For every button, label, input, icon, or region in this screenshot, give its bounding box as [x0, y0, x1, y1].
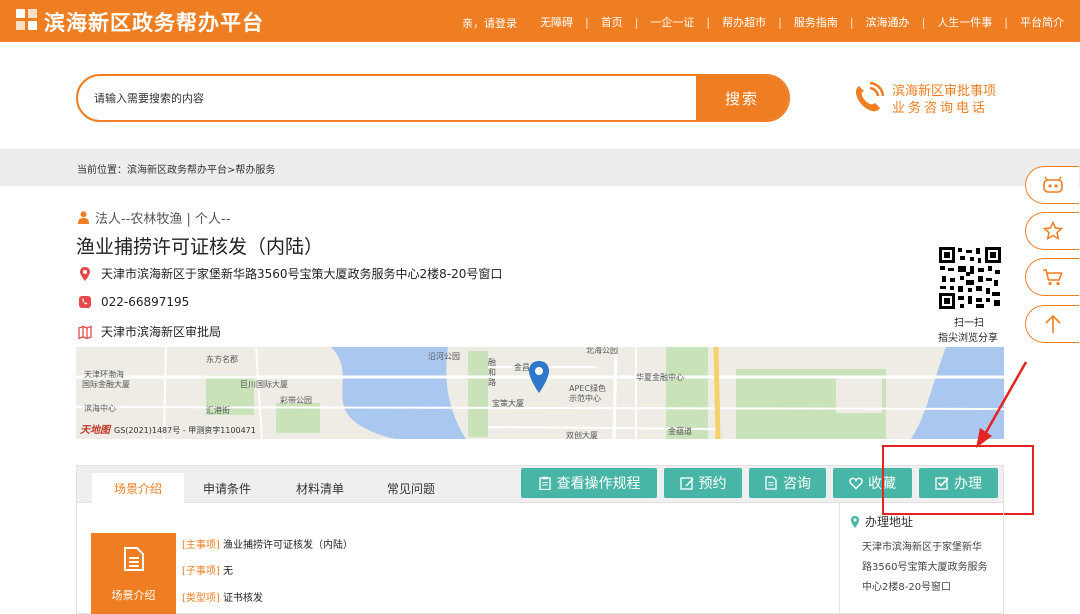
- map-label: 国际金融大厦: [82, 380, 130, 389]
- scene-intro-card: 场景介绍: [91, 533, 176, 614]
- info-address: 天津市滨海新区于家堡新华路3560号宝策大厦政务服务中心2楼8-20号窗口: [78, 265, 502, 282]
- nav-item-service-market[interactable]: 帮办超市: [722, 14, 766, 30]
- robot-assistant-button[interactable]: [1025, 166, 1079, 204]
- info-phone-text: 022-66897195: [101, 295, 190, 309]
- map-label: 沿河公园: [428, 352, 460, 361]
- map-label: 双创大厦: [566, 431, 598, 439]
- info-phone: 022-66897195: [78, 295, 189, 309]
- reserve-button[interactable]: 预约: [664, 468, 742, 498]
- scene-card-label: 场景介绍: [111, 589, 156, 602]
- breadcrumb-bar: 当前位置：滨海新区政务帮办平台>帮办服务: [0, 149, 1080, 186]
- star-icon: [1042, 221, 1063, 241]
- info-address-text: 天津市滨海新区于家堡新华路3560号宝策大厦政务服务中心2楼8-20号窗口: [101, 267, 503, 281]
- back-to-top-button[interactable]: [1025, 305, 1079, 343]
- map-copyright: 天地图 GS(2021)1487号 - 甲测资字1100471: [80, 425, 256, 436]
- location-map[interactable]: 东方名郡 天津环渤海 国际金融大厦 巨川国际大厦 彩带公园 汇港街 滨海中心 沿…: [76, 347, 1004, 439]
- cart-float-button[interactable]: [1025, 258, 1079, 296]
- tab-materials[interactable]: 材料清单: [280, 473, 360, 504]
- map-marker-icon[interactable]: [528, 361, 550, 393]
- cart-icon: [1042, 269, 1063, 286]
- nav-item-life-event[interactable]: 人生一件事: [937, 14, 992, 30]
- location-pin-icon: [851, 515, 859, 528]
- map-label: 华夏金融中心: [636, 373, 684, 382]
- search-box: 搜索: [76, 74, 790, 122]
- person-icon: [78, 211, 89, 224]
- map-label: 滨海中心: [84, 404, 116, 413]
- consult-button[interactable]: 咨询: [749, 468, 826, 498]
- edit-icon: [679, 477, 693, 490]
- map-label: 汇港街: [206, 406, 230, 415]
- robot-icon: [1042, 176, 1063, 193]
- qr-caption-scan: 扫一扫: [954, 318, 984, 329]
- nav-item-about[interactable]: 平台简介: [1020, 14, 1064, 30]
- nav-item-one-license[interactable]: 一企一证: [650, 14, 694, 30]
- document-icon: [124, 547, 144, 571]
- map-provider-logo: 天地图: [80, 425, 110, 436]
- qr-code-icon[interactable]: [938, 246, 1002, 310]
- map-label: 示范中心: [569, 394, 601, 403]
- search-input[interactable]: [78, 76, 698, 120]
- item-category-text: 法人--农林牧渔 | 个人--: [95, 212, 231, 227]
- map-label: 东方名郡: [206, 355, 238, 364]
- info-department: 天津市滨海新区审批局: [78, 323, 221, 340]
- clipboard-icon: [538, 476, 551, 490]
- map-label: 金蕴道: [668, 427, 692, 436]
- address-panel-title: 办理地址: [850, 513, 913, 530]
- type-item-row: [类型项] 证书核发: [182, 593, 263, 604]
- red-arrow-icon: [976, 361, 1028, 448]
- tab-conditions[interactable]: 申请条件: [187, 473, 267, 504]
- location-pin-icon: [80, 266, 90, 281]
- tab-scene-intro[interactable]: 场景介绍: [92, 473, 184, 504]
- platform-logo-icon[interactable]: [16, 9, 38, 31]
- address-panel-text: 天津市滨海新区于家堡新华路3560号宝策大厦政务服务中心2楼8-20号窗口: [862, 542, 988, 593]
- main-item-row: [主事项] 渔业捕捞许可证核发（内陆）: [182, 540, 353, 551]
- breadcrumb[interactable]: 当前位置：滨海新区政务帮办平台>帮办服务: [77, 161, 275, 176]
- nav-item-accessibility[interactable]: 无障碍: [540, 14, 573, 30]
- nav-item-home[interactable]: 首页: [601, 14, 623, 30]
- nav-item-binhai-tongban[interactable]: 滨海通办: [866, 14, 910, 30]
- tab-faq[interactable]: 常见问题: [371, 473, 451, 504]
- phone-icon: [855, 82, 884, 112]
- item-category: 法人--农林牧渔 | 个人--: [78, 208, 230, 227]
- map-label: 巨川国际大厦: [240, 380, 288, 389]
- sub-item-row: [子事项] 无: [182, 566, 233, 577]
- info-department-text: 天津市滨海新区审批局: [101, 325, 222, 339]
- favorites-float-button[interactable]: [1025, 212, 1079, 250]
- document-icon: [765, 476, 777, 490]
- map-book-icon: [78, 325, 92, 339]
- map-label: 路: [488, 378, 496, 387]
- map-label: 北海公园: [586, 347, 618, 355]
- map-label: 宝策大厦: [492, 399, 524, 408]
- view-procedure-button[interactable]: 查看操作规程: [521, 468, 657, 498]
- top-header: 滨海新区政务帮办平台 亲，请登录 无障碍 | 首页 | 一企一证 | 帮办超市 | 服务…: [0, 0, 1080, 42]
- search-button[interactable]: 搜索: [696, 76, 788, 120]
- telephone-icon: [79, 296, 91, 308]
- heart-icon: [849, 477, 863, 490]
- qr-caption-share: 指尖浏览分享: [938, 333, 998, 344]
- item-title: 渔业捕捞许可证核发（内陆）: [76, 236, 324, 258]
- top-nav: 无障碍 | 首页 | 一企一证 | 帮办超市 | 服务指南 | 滨海通办 | 人生一件事 | …: [539, 14, 1064, 30]
- site-title[interactable]: 滨海新区政务帮办平台: [44, 7, 264, 37]
- map-label: 彩带公园: [280, 396, 312, 405]
- back-to-top-icon: [1044, 314, 1061, 333]
- nav-item-service-guide[interactable]: 服务指南: [794, 14, 838, 30]
- login-link[interactable]: 亲，请登录: [462, 15, 517, 31]
- hotline-line2: 业务咨询电话: [892, 101, 989, 116]
- hotline[interactable]: 滨海新区审批事项 业务咨询电话: [852, 80, 1012, 120]
